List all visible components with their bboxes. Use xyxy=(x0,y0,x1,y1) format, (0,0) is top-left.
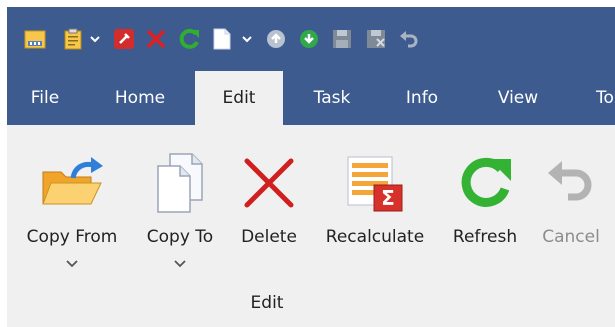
blank-page-icon[interactable] xyxy=(206,23,238,55)
svg-text:Σ: Σ xyxy=(381,186,395,210)
save-disk-x-icon[interactable] xyxy=(360,23,392,55)
tab-tools[interactable]: To xyxy=(575,71,615,125)
chevron-down-icon[interactable] xyxy=(241,33,253,45)
clipboard-icon[interactable] xyxy=(57,23,89,55)
red-square-icon[interactable] xyxy=(108,23,140,55)
delete-x-icon xyxy=(233,147,305,219)
application-window: File Home Edit Task Info View To Copy Fr… xyxy=(7,7,615,327)
copy-from-label: Copy From xyxy=(26,227,118,247)
delete-button[interactable]: Delete xyxy=(231,135,307,285)
tab-info[interactable]: Info xyxy=(385,71,459,125)
down-arrow-circle-icon[interactable] xyxy=(293,23,325,55)
ribbon-edit-group: Copy From Copy To Delete Σ Recalculate R… xyxy=(7,125,615,327)
save-disk-icon[interactable] xyxy=(326,23,358,55)
tab-file[interactable]: File xyxy=(7,71,83,125)
refresh-label: Refresh xyxy=(452,227,518,247)
up-arrow-circle-icon[interactable] xyxy=(260,23,292,55)
cancel-button[interactable]: Cancel xyxy=(535,135,607,285)
cancel-label: Cancel xyxy=(542,227,600,247)
quick-access-toolbar xyxy=(7,7,615,71)
refresh-icon xyxy=(449,147,521,219)
copy-pages-icon xyxy=(144,147,216,219)
chevron-down-icon[interactable] xyxy=(173,259,187,269)
refresh-button[interactable]: Refresh xyxy=(443,135,527,285)
recalculate-sigma-icon: Σ xyxy=(339,147,411,219)
tab-edit[interactable]: Edit xyxy=(195,71,283,125)
folder-open-arrow-icon xyxy=(36,147,108,219)
undo-icon[interactable] xyxy=(393,23,425,55)
refresh-green-icon[interactable] xyxy=(173,23,205,55)
folder-grid-icon[interactable] xyxy=(19,23,51,55)
copy-to-button[interactable]: Copy To xyxy=(137,135,223,285)
chevron-down-icon[interactable] xyxy=(89,33,101,45)
chevron-down-icon[interactable] xyxy=(65,259,79,269)
red-x-icon[interactable] xyxy=(140,23,172,55)
tab-task[interactable]: Task xyxy=(293,71,371,125)
undo-cancel-icon xyxy=(535,147,607,219)
ribbon-tabs: File Home Edit Task Info View To xyxy=(7,71,615,125)
recalculate-label: Recalculate xyxy=(325,227,425,247)
tab-home[interactable]: Home xyxy=(91,71,189,125)
group-label-edit: Edit xyxy=(250,293,284,313)
recalculate-button[interactable]: Σ Recalculate xyxy=(315,135,435,285)
copy-from-button[interactable]: Copy From xyxy=(15,135,129,285)
delete-label: Delete xyxy=(241,227,297,247)
copy-to-label: Copy To xyxy=(146,227,214,247)
tab-view[interactable]: View xyxy=(473,71,563,125)
